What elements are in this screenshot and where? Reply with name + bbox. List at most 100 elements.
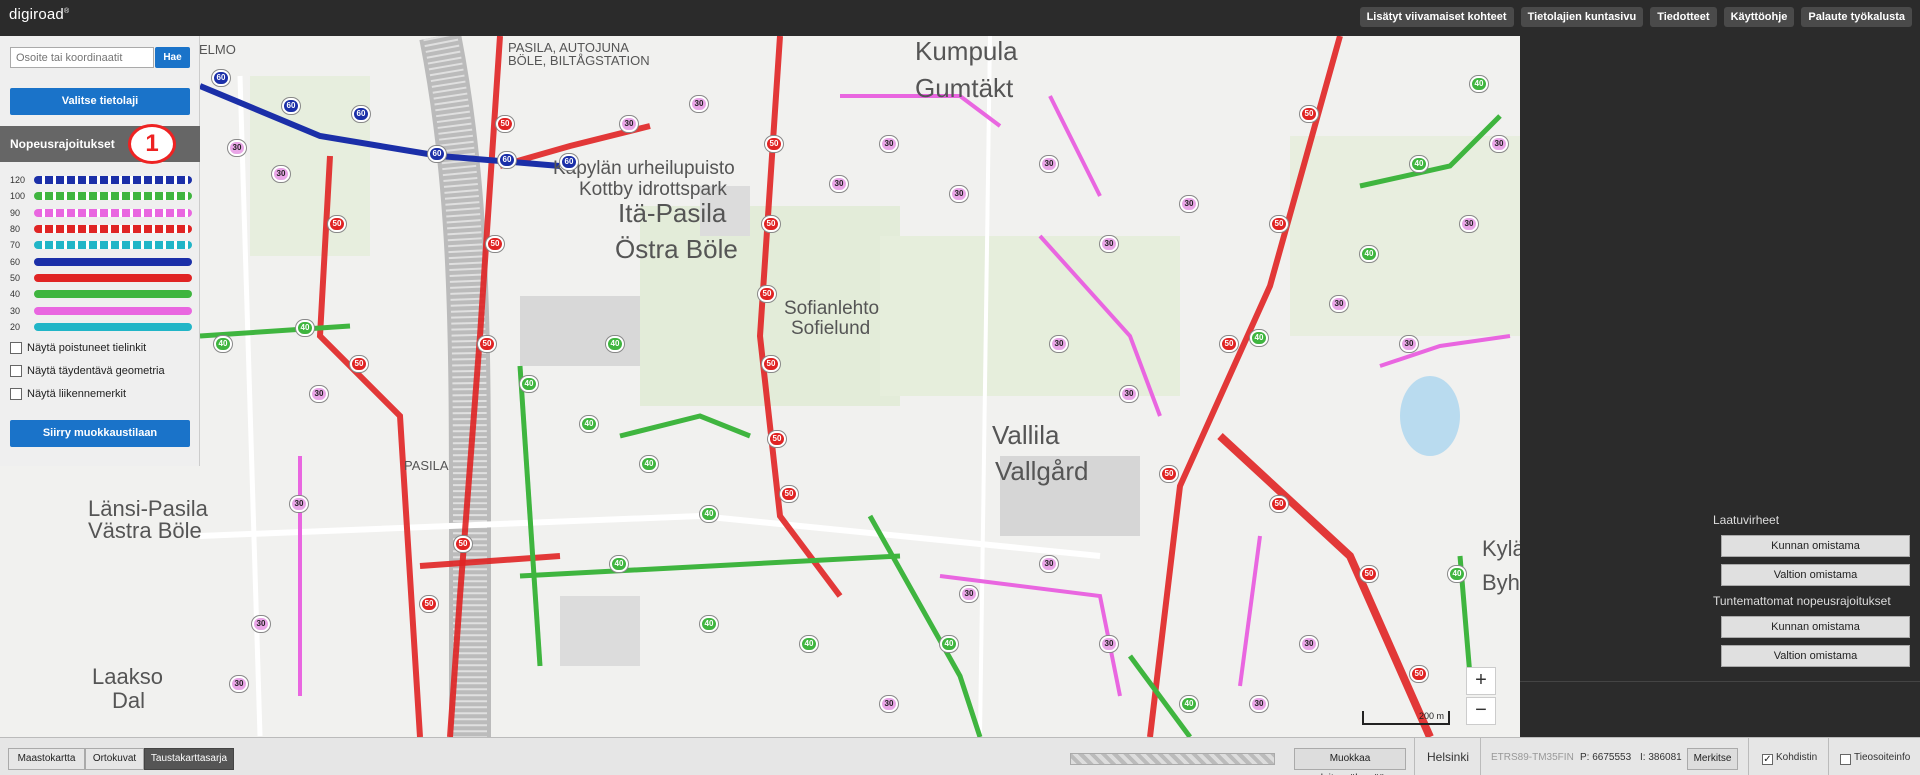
speed-badge-40[interactable]: 40 (606, 336, 624, 352)
speed-badge-30[interactable]: 30 (1180, 196, 1198, 212)
link-feedback[interactable]: Palaute työkalusta (1801, 7, 1912, 27)
speed-badge-30[interactable]: 30 (1400, 336, 1418, 352)
speed-badge-60[interactable]: 60 (212, 70, 230, 86)
projection-label: ETRS89-TM35FIN (1491, 752, 1574, 763)
speed-badge-30[interactable]: 30 (272, 166, 290, 182)
speed-badge-30[interactable]: 30 (880, 696, 898, 712)
speed-badge-40[interactable]: 40 (640, 456, 658, 472)
address-search-input[interactable] (10, 47, 154, 68)
speed-badge-50[interactable]: 50 (496, 116, 514, 132)
speed-badge-30[interactable]: 30 (1100, 636, 1118, 652)
legend-row: 60 (10, 253, 192, 269)
speed-badge-50[interactable]: 50 (350, 356, 368, 372)
road-address-info-checkbox[interactable] (1840, 754, 1851, 765)
speed-badge-60[interactable]: 60 (498, 152, 516, 168)
speed-badge-50[interactable]: 50 (768, 431, 786, 447)
speed-badge-60[interactable]: 60 (428, 146, 446, 162)
speed-badge-40[interactable]: 40 (700, 616, 718, 632)
speed-badge-40[interactable]: 40 (1410, 156, 1428, 172)
speed-badge-50[interactable]: 50 (765, 136, 783, 152)
speed-badge-30[interactable]: 30 (290, 496, 308, 512)
speed-badge-40[interactable]: 40 (296, 320, 314, 336)
link-user-guide[interactable]: Käyttöohje (1723, 7, 1795, 27)
speed-badge-50[interactable]: 50 (762, 216, 780, 232)
speed-badge-60[interactable]: 60 (560, 154, 578, 170)
mark-button[interactable]: Merkitse (1687, 748, 1738, 770)
speed-badge-40[interactable]: 40 (610, 556, 628, 572)
link-municipality-page[interactable]: Tietolajien kuntasivu (1520, 7, 1644, 27)
speed-badge-40[interactable]: 40 (700, 506, 718, 522)
speed-badge-50[interactable]: 50 (1300, 106, 1318, 122)
speed-badge-50[interactable]: 50 (478, 336, 496, 352)
speed-badge-30[interactable]: 30 (960, 586, 978, 602)
speed-badge-30[interactable]: 30 (1100, 236, 1118, 252)
edit-start-view-button[interactable]: Muokkaa aloitusnäkymää (1294, 748, 1406, 775)
speed-badge-60[interactable]: 60 (282, 98, 300, 114)
link-linear-objects[interactable]: Lisätyt viivamaiset kohteet (1359, 7, 1514, 27)
digiroad-logo[interactable]: digiroad® (9, 6, 69, 23)
speed-badge-30[interactable]: 30 (1250, 696, 1268, 712)
speed-badge-30[interactable]: 30 (1490, 136, 1508, 152)
speed-badge-50[interactable]: 50 (780, 486, 798, 502)
show-removed-links-checkbox[interactable]: Näytä poistuneet tielinkit (10, 336, 165, 359)
speed-badge-50[interactable]: 50 (762, 356, 780, 372)
search-button[interactable]: Hae (155, 47, 190, 68)
cursor-checkbox[interactable]: ✓ (1762, 754, 1773, 765)
quality-state-button[interactable]: Valtion omistama (1721, 564, 1910, 586)
speed-badge-40[interactable]: 40 (1470, 76, 1488, 92)
speed-badge-40[interactable]: 40 (1360, 246, 1378, 262)
speed-badge-30[interactable]: 30 (950, 186, 968, 202)
speed-badge-40[interactable]: 40 (1180, 696, 1198, 712)
unknown-municipal-button[interactable]: Kunnan omistama (1721, 616, 1910, 638)
background-mapseries-button[interactable]: Taustakarttasarja (144, 748, 234, 770)
zoom-in-button[interactable]: + (1466, 667, 1496, 695)
speed-badge-30[interactable]: 30 (620, 116, 638, 132)
speed-badge-40[interactable]: 40 (520, 376, 538, 392)
speed-badge-30[interactable]: 30 (228, 140, 246, 156)
speed-badge-40[interactable]: 40 (940, 636, 958, 652)
unknown-state-button[interactable]: Valtion omistama (1721, 645, 1910, 667)
speed-badge-40[interactable]: 40 (214, 336, 232, 352)
speed-badge-30[interactable]: 30 (830, 176, 848, 192)
speed-badge-50[interactable]: 50 (1360, 566, 1378, 582)
map-canvas[interactable]: PASILA, AUTOJUNA BÖLE, BILTÅGSTATION Kum… (0, 36, 1520, 737)
speed-badge-30[interactable]: 30 (690, 96, 708, 112)
speed-badge-30[interactable]: 30 (1460, 216, 1478, 232)
speed-badge-30[interactable]: 30 (1050, 336, 1068, 352)
speed-badge-50[interactable]: 50 (1270, 216, 1288, 232)
show-complementary-geometry-checkbox[interactable]: Näytä täydentävä geometria (10, 359, 165, 382)
quality-municipal-button[interactable]: Kunnan omistama (1721, 535, 1910, 557)
speed-badge-50[interactable]: 50 (1270, 496, 1288, 512)
speed-badge-30[interactable]: 30 (1300, 636, 1318, 652)
edit-mode-button[interactable]: Siirry muokkaustilaan (10, 420, 190, 447)
speed-badge-50[interactable]: 50 (1410, 666, 1428, 682)
speed-badge-50[interactable]: 50 (1160, 466, 1178, 482)
speed-badge-30[interactable]: 30 (310, 386, 328, 402)
speed-badge-50[interactable]: 50 (328, 216, 346, 232)
link-announcements[interactable]: Tiedotteet (1650, 7, 1717, 27)
speed-badge-30[interactable]: 30 (1040, 556, 1058, 572)
select-layer-button[interactable]: Valitse tietolaji (10, 88, 190, 115)
speed-badge-40[interactable]: 40 (580, 416, 598, 432)
show-traffic-signs-checkbox[interactable]: Näytä liikennemerkit (10, 382, 165, 405)
speed-badge-30[interactable]: 30 (880, 136, 898, 152)
speed-badge-30[interactable]: 30 (230, 676, 248, 692)
speed-badge-50[interactable]: 50 (486, 236, 504, 252)
speed-badge-50[interactable]: 50 (758, 286, 776, 302)
separator (1414, 738, 1415, 775)
speed-badge-50[interactable]: 50 (420, 596, 438, 612)
speed-badge-50[interactable]: 50 (1220, 336, 1238, 352)
speed-badge-40[interactable]: 40 (1250, 330, 1268, 346)
background-ortho-button[interactable]: Ortokuvat (85, 748, 144, 770)
speed-badge-50[interactable]: 50 (454, 536, 472, 552)
legend-row: 120 (10, 172, 192, 188)
zoom-out-button[interactable]: − (1466, 697, 1496, 725)
speed-badge-30[interactable]: 30 (1120, 386, 1138, 402)
speed-badge-30[interactable]: 30 (252, 616, 270, 632)
speed-badge-60[interactable]: 60 (352, 106, 370, 122)
speed-badge-30[interactable]: 30 (1040, 156, 1058, 172)
background-terrain-button[interactable]: Maastokartta (8, 748, 85, 770)
speed-badge-40[interactable]: 40 (800, 636, 818, 652)
speed-badge-30[interactable]: 30 (1330, 296, 1348, 312)
speed-badge-40[interactable]: 40 (1448, 566, 1466, 582)
